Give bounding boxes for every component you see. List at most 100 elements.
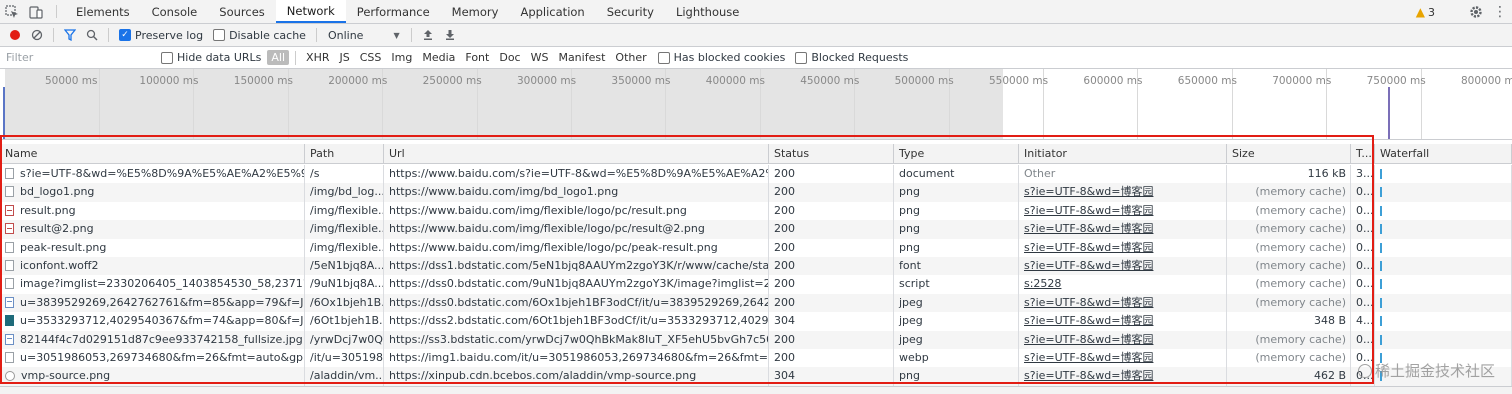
tab-application[interactable]: Application: [509, 0, 595, 23]
inspect-element-icon[interactable]: [0, 0, 24, 23]
table-row[interactable]: peak-result.png/img/flexible... https://w…: [0, 238, 1512, 257]
cell-type-text: jpeg: [899, 314, 923, 328]
disable-cache-checkbox[interactable]: Disable cache: [213, 29, 306, 42]
checkbox-icon: [795, 51, 808, 64]
cell-initiator-text[interactable]: s?ie=UTF-8&wd=博客园: [1024, 204, 1153, 217]
table-row[interactable]: image?imglist=2330206405_1403854530_58,2…: [0, 275, 1512, 294]
cell-time: 4...: [1351, 312, 1375, 331]
tab-lighthouse[interactable]: Lighthouse: [665, 0, 750, 23]
filter-type-ws[interactable]: WS: [527, 50, 553, 65]
column-header-t[interactable]: T...: [1351, 144, 1375, 164]
filter-type-css[interactable]: CSS: [356, 50, 386, 65]
filter-type-doc[interactable]: Doc: [495, 50, 524, 65]
filter-type-manifest[interactable]: Manifest: [554, 50, 609, 65]
tab-elements[interactable]: Elements: [65, 0, 141, 23]
cell-initiator-text[interactable]: s?ie=UTF-8&wd=博客园: [1024, 296, 1153, 309]
table-row[interactable]: result.png/img/flexible... https://www.ba…: [0, 201, 1512, 221]
cell-status: 200: [769, 201, 894, 221]
preserve-log-checkbox[interactable]: ✓ Preserve log: [119, 29, 203, 42]
filter-type-all[interactable]: All: [267, 50, 290, 65]
tab-memory[interactable]: Memory: [441, 0, 510, 23]
filter-input[interactable]: Filter: [2, 48, 152, 67]
watermark-logo-icon: [1358, 364, 1372, 378]
cell-name: iconfont.woff2: [0, 257, 305, 276]
column-header-status[interactable]: Status: [769, 144, 894, 164]
table-row[interactable]: result@2.png/img/flexible... https://www.…: [0, 220, 1512, 239]
overview-tick-label: 300000 ms: [517, 75, 577, 87]
column-header-size[interactable]: Size: [1227, 144, 1351, 164]
cell-url: https://www.baidu.com/img/flexible/logo/…: [384, 238, 769, 257]
tab-performance[interactable]: Performance: [346, 0, 441, 23]
cell-status-text: 200: [774, 185, 795, 199]
overview-tick-label: 700000 ms: [1272, 75, 1332, 87]
table-row[interactable]: u=3051986053,269734680&fm=26&fmt=auto&gp…: [0, 349, 1512, 368]
table-row[interactable]: vmp-source.png/aladdin/vm... https://xinp…: [0, 367, 1512, 386]
cell-initiator-text[interactable]: s:2528: [1024, 277, 1061, 290]
hide-data-urls-label: Hide data URLs: [177, 51, 262, 64]
import-har-button[interactable]: [417, 25, 439, 45]
throttling-select[interactable]: Online ▼: [322, 29, 406, 42]
filter-type-js[interactable]: JS: [336, 50, 354, 65]
cell-waterfall: [1375, 201, 1512, 221]
table-row[interactable]: u=3839529269,2642762761&fm=85&app=79&f=J…: [0, 293, 1512, 313]
file-doc-icon: [5, 168, 14, 179]
cell-waterfall: [1375, 312, 1512, 331]
cell-initiator-text[interactable]: s?ie=UTF-8&wd=博客园: [1024, 314, 1153, 327]
column-header-type[interactable]: Type: [894, 144, 1019, 164]
filter-type-media[interactable]: Media: [418, 50, 459, 65]
filter-type-font[interactable]: Font: [461, 50, 493, 65]
clear-button[interactable]: [26, 25, 48, 45]
column-header-waterfall[interactable]: Waterfall: [1375, 144, 1512, 164]
has-blocked-cookies-checkbox[interactable]: Has blocked cookies: [657, 51, 785, 64]
settings-gear-icon[interactable]: [1464, 5, 1488, 19]
export-har-button[interactable]: [439, 25, 461, 45]
column-header-url[interactable]: Url: [384, 144, 769, 164]
cell-type-text: jpeg: [899, 295, 923, 309]
cell-initiator-text: Other: [1024, 167, 1056, 180]
cell-initiator: s?ie=UTF-8&wd=博客园: [1019, 183, 1227, 202]
cell-initiator-text[interactable]: s?ie=UTF-8&wd=博客园: [1024, 241, 1153, 254]
column-header-initiator[interactable]: Initiator: [1019, 144, 1227, 164]
cell-url: https://img1.baidu.com/it/u=3051986053,2…: [384, 349, 769, 368]
filter-type-img[interactable]: Img: [387, 50, 416, 65]
timeline-overview[interactable]: 50000 ms 100000 ms 150000 ms 200000 ms 25000…: [0, 69, 1512, 140]
search-button[interactable]: [81, 25, 103, 45]
tab-network[interactable]: Network: [275, 0, 346, 23]
cell-initiator-text[interactable]: s?ie=UTF-8&wd=博客园: [1024, 222, 1153, 235]
cell-name-text: 82144f4c7d029151d87c9ee933742158_fullsiz…: [20, 332, 303, 346]
table-row[interactable]: 82144f4c7d029151d87c9ee933742158_fullsiz…: [0, 330, 1512, 349]
cell-type: png: [894, 183, 1019, 202]
cell-status: 304: [769, 367, 894, 386]
table-row[interactable]: s?ie=UTF-8&wd=%E5%8D%9A%E5%AE%A2%E5%9B%A…: [0, 165, 1512, 184]
cell-type: document: [894, 165, 1019, 184]
warnings-indicator[interactable]: ▲ 3: [1416, 5, 1435, 19]
table-row[interactable]: u=3533293712,4029540367&fm=74&app=80&f=J…: [0, 312, 1512, 331]
more-options-icon[interactable]: ⋮: [1488, 5, 1512, 19]
cell-initiator-text[interactable]: s?ie=UTF-8&wd=博客园: [1024, 351, 1153, 364]
record-button[interactable]: [4, 25, 26, 45]
filter-type-xhr[interactable]: XHR: [302, 50, 333, 65]
table-row[interactable]: iconfont.woff2/5eN1bjq8A... https://dss1.…: [0, 257, 1512, 276]
column-header-name[interactable]: Name: [0, 144, 305, 164]
hide-data-urls-checkbox[interactable]: Hide data URLs: [161, 51, 261, 64]
cell-path-text: /img/bd_log...: [310, 185, 384, 199]
cell-name: peak-result.png: [0, 238, 305, 257]
filter-button[interactable]: [59, 25, 81, 45]
cell-initiator-text[interactable]: s?ie=UTF-8&wd=博客园: [1024, 333, 1153, 346]
file-imgb-icon: [5, 315, 14, 327]
waterfall-bar: [1380, 261, 1382, 271]
cell-path-text: /9uN1bjq8A...: [310, 277, 384, 291]
filter-type-other[interactable]: Other: [611, 50, 650, 65]
cell-name-text: iconfont.woff2: [20, 259, 99, 272]
table-row[interactable]: bd_logo1.png/img/bd_log... https://www.ba…: [0, 183, 1512, 202]
column-header-path[interactable]: Path: [305, 144, 384, 164]
device-toolbar-icon[interactable]: [24, 0, 48, 23]
tab-console[interactable]: Console: [141, 0, 209, 23]
tab-sources[interactable]: Sources: [208, 0, 276, 23]
tab-security[interactable]: Security: [596, 0, 665, 23]
cell-size: (memory cache): [1227, 275, 1351, 294]
cell-initiator-text[interactable]: s?ie=UTF-8&wd=博客园: [1024, 185, 1153, 198]
cell-initiator-text[interactable]: s?ie=UTF-8&wd=博客园: [1024, 369, 1153, 382]
cell-initiator-text[interactable]: s?ie=UTF-8&wd=博客园: [1024, 259, 1153, 272]
blocked-requests-checkbox[interactable]: Blocked Requests: [795, 51, 908, 64]
